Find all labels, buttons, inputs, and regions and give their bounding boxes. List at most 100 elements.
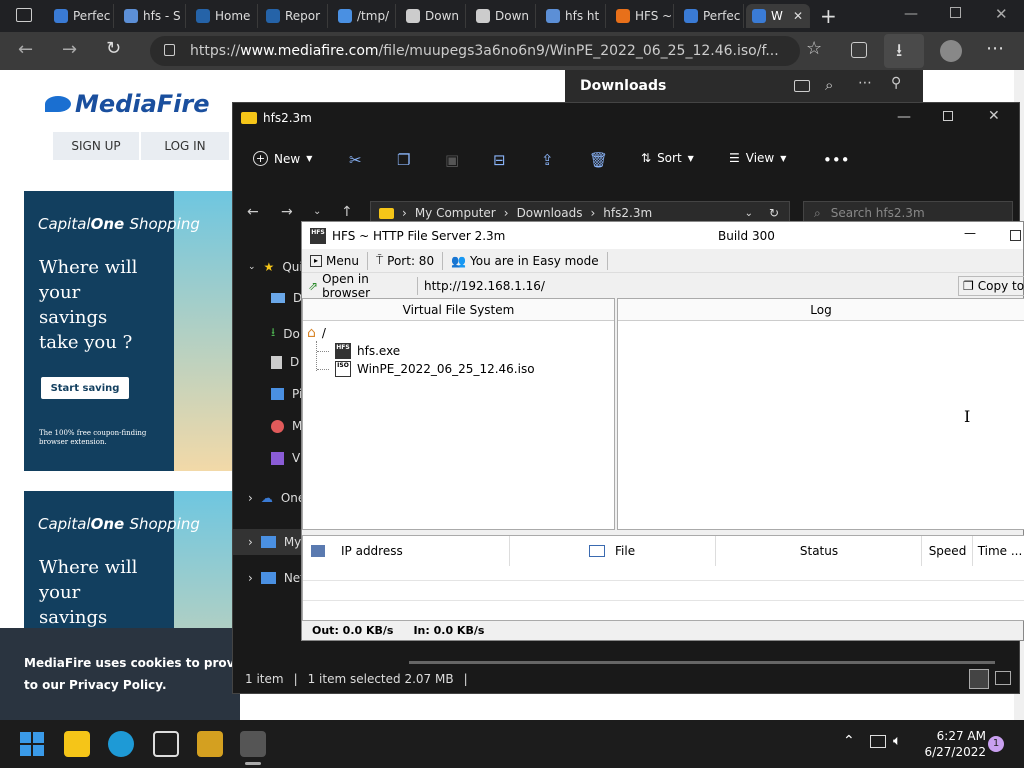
explorer-close-icon[interactable]: ✕ xyxy=(988,108,1000,124)
nav-item-documents[interactable]: D xyxy=(271,355,299,369)
clock[interactable]: 6:27 AM 6/27/2022 xyxy=(920,728,986,760)
privacy-policy-link[interactable]: to our Privacy Policy. xyxy=(24,674,240,696)
breadcrumb-item[interactable]: My Computer xyxy=(415,206,496,220)
nav-item-onedrive[interactable]: › ☁ One xyxy=(248,491,305,505)
forward-icon[interactable]: → xyxy=(62,39,77,60)
column-speed[interactable]: Speed xyxy=(923,536,973,566)
forward-icon[interactable]: → xyxy=(281,204,293,220)
column-ip[interactable]: IP address xyxy=(303,536,510,566)
game-taskbar-icon[interactable] xyxy=(197,731,223,757)
browser-tab[interactable]: /tmp/ xyxy=(332,4,396,28)
column-status[interactable]: Status xyxy=(717,536,922,566)
notification-badge[interactable]: 1 xyxy=(988,736,1004,752)
collections-icon[interactable] xyxy=(851,42,867,58)
profile-avatar[interactable] xyxy=(940,40,962,62)
browser-tab[interactable]: Home xyxy=(190,4,258,28)
vfs-file[interactable]: ISO WinPE_2022_06_25_12.46.iso xyxy=(317,361,535,377)
close-tab-icon[interactable]: ✕ xyxy=(793,9,803,23)
tiles-view-icon[interactable] xyxy=(995,671,1011,685)
new-button[interactable]: + New ▼ xyxy=(253,151,312,166)
horizontal-scrollbar[interactable] xyxy=(409,661,995,664)
delete-icon[interactable]: 🗑 xyxy=(589,151,608,169)
open-folder-icon[interactable] xyxy=(794,80,810,92)
nav-item-videos[interactable]: Vi xyxy=(271,451,303,465)
details-view-icon[interactable] xyxy=(969,669,989,689)
column-file[interactable]: File xyxy=(511,536,716,566)
vfs-pane[interactable]: Virtual File System ⌂ / HFS hfs.exe ISO … xyxy=(302,298,615,530)
pin-icon[interactable]: ⚲ xyxy=(891,75,901,91)
browser-tab[interactable]: HFS ~ xyxy=(610,4,674,28)
nav-item-quick-access[interactable]: ⌄ ★ Qui xyxy=(248,260,303,274)
chevron-down-icon[interactable]: ⌄ xyxy=(313,206,321,217)
copy-icon[interactable]: ❐ xyxy=(397,151,410,169)
hfs-menu-button[interactable]: ▸ Menu xyxy=(302,251,368,270)
start-button[interactable] xyxy=(20,732,44,756)
download-icon[interactable]: ⭳ xyxy=(896,38,902,68)
copy-to-clipboard-button[interactable]: ❐ Copy to xyxy=(958,276,1024,296)
hfs-minimize-icon[interactable]: — xyxy=(964,226,976,240)
hfs-url[interactable]: http://192.168.1.16/ xyxy=(424,279,545,293)
network-icon[interactable] xyxy=(870,735,886,748)
restore-icon[interactable] xyxy=(950,7,961,18)
hfs-maximize-icon[interactable] xyxy=(1010,230,1021,241)
chevron-up-icon[interactable]: ⌃ xyxy=(843,733,855,749)
open-in-browser-button[interactable]: ⇗ Open in browser xyxy=(302,272,418,300)
nav-item-music[interactable]: M xyxy=(271,419,302,433)
nav-item-downloads[interactable]: ⭳ Do xyxy=(271,323,300,344)
settings-menu-icon[interactable]: ⋯ xyxy=(986,38,1004,59)
browser-tab[interactable]: Down xyxy=(470,4,536,28)
browser-tab[interactable]: hfs ht xyxy=(540,4,606,28)
downloads-button[interactable] xyxy=(884,34,924,68)
back-icon[interactable]: ← xyxy=(247,204,259,220)
edge-taskbar-icon[interactable] xyxy=(108,731,134,757)
explorer-maximize-icon[interactable] xyxy=(943,111,953,121)
start-saving-button[interactable]: Start saving xyxy=(41,377,129,399)
vfs-root[interactable]: ⌂ / xyxy=(307,325,326,341)
hfs-mode-button[interactable]: 👥 You are in Easy mode xyxy=(443,251,608,270)
refresh-icon[interactable]: ↻ xyxy=(769,206,779,220)
browser-tab-active[interactable]: W ✕ xyxy=(746,4,810,28)
chevron-down-icon[interactable]: ⌄ xyxy=(745,208,753,219)
file-explorer-taskbar-icon[interactable] xyxy=(64,731,90,757)
minimize-icon[interactable]: — xyxy=(904,6,918,22)
more-options-icon[interactable]: ••• xyxy=(823,151,850,169)
url-field[interactable]: https://www.mediafire.com/file/muupegs3a… xyxy=(150,36,800,66)
log-pane[interactable]: Log I xyxy=(617,298,1024,530)
browser-tab[interactable]: Down xyxy=(400,4,466,28)
connections-pane[interactable]: IP address File Status Speed Time ... xyxy=(302,535,1024,621)
capital-one-ad[interactable]: CapitalOne Shopping Where will your savi… xyxy=(24,191,234,471)
nav-item-network[interactable]: › Net xyxy=(248,571,305,585)
favorites-icon[interactable]: ☆ xyxy=(806,38,822,59)
hfs-taskbar-icon[interactable] xyxy=(240,731,266,757)
vfs-file[interactable]: HFS hfs.exe xyxy=(317,343,400,359)
more-options-icon[interactable]: ⋯ xyxy=(858,75,872,91)
column-time[interactable]: Time ... xyxy=(974,536,1024,566)
paste-icon[interactable]: ▣ xyxy=(445,151,459,169)
breadcrumb-item[interactable]: hfs2.3m xyxy=(603,206,652,220)
close-window-icon[interactable]: ✕ xyxy=(995,5,1008,23)
sort-button[interactable]: ⇅ Sort ▼ xyxy=(641,151,694,165)
new-tab-icon[interactable]: + xyxy=(820,4,837,28)
share-icon[interactable]: ⇪ xyxy=(541,151,554,169)
volume-icon[interactable]: 🔈︎ xyxy=(893,733,901,749)
cut-icon[interactable]: ✂ xyxy=(349,151,362,169)
breadcrumb-item[interactable]: Downloads xyxy=(517,206,583,220)
tab-actions-icon[interactable] xyxy=(16,8,32,22)
browser-tab[interactable]: Perfec xyxy=(48,4,114,28)
browser-tab[interactable]: Repor xyxy=(260,4,328,28)
sign-up-button[interactable]: SIGN UP xyxy=(53,132,139,160)
nav-item-desktop[interactable]: D xyxy=(271,291,302,305)
hfs-port-button[interactable]: ⍑ Port: 80 xyxy=(368,251,444,270)
browser-tab[interactable]: hfs - S xyxy=(118,4,186,28)
mediafire-logo[interactable]: MediaFire xyxy=(45,90,210,118)
nav-item-pictures[interactable]: Pi xyxy=(271,387,302,401)
up-icon[interactable]: ↑ xyxy=(341,204,353,220)
search-icon[interactable]: ⌕ xyxy=(825,76,833,94)
back-icon[interactable]: ← xyxy=(18,39,33,60)
browser-tab[interactable]: Perfec xyxy=(678,4,744,28)
task-view-taskbar-icon[interactable] xyxy=(153,731,179,757)
explorer-minimize-icon[interactable]: — xyxy=(897,109,911,125)
refresh-icon[interactable]: ↻ xyxy=(106,38,121,59)
rename-icon[interactable]: ⊟ xyxy=(493,151,506,169)
view-button[interactable]: ☰ View ▼ xyxy=(729,151,786,165)
